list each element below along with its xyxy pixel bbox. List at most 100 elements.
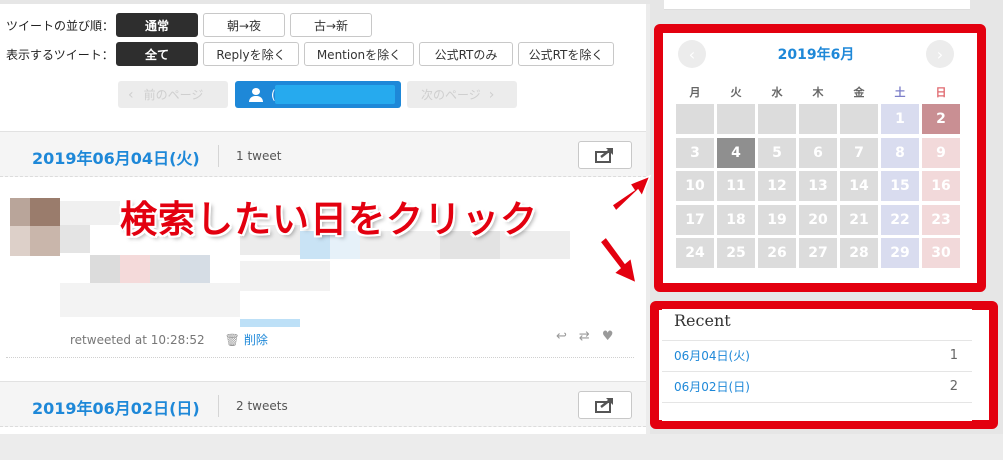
recent-item-date: 06月04日(火): [674, 349, 750, 363]
delete-link[interactable]: 🗑 削除: [225, 331, 268, 348]
calendar-day[interactable]: 10: [676, 171, 714, 201]
order-normal-button[interactable]: 通常: [116, 13, 198, 37]
calendar-day[interactable]: 15: [881, 171, 919, 201]
order-morning-night-button[interactable]: 朝→夜: [203, 13, 285, 37]
calendar-day[interactable]: 21: [840, 204, 878, 235]
calendar-empty-cell: [799, 104, 837, 134]
heart-icon[interactable]: ♥: [602, 329, 614, 344]
calendar-weekday: 火: [730, 86, 742, 99]
recent-title: Recent: [674, 311, 731, 330]
calendar-empty-cell: [676, 104, 714, 134]
calendar: ‹ 2019年6月 › 月火水木金土日 1 2 3 4 5 6 7 8 9 10 11 12 13 14 15…: [668, 34, 964, 280]
calendar-day[interactable]: 25: [717, 238, 755, 268]
calendar-day[interactable]: 11: [717, 171, 755, 201]
next-page-label: 次のページ: [421, 88, 481, 102]
share-button[interactable]: [578, 141, 632, 169]
share-icon: [595, 148, 613, 163]
chevron-left-icon: ‹: [128, 86, 134, 103]
calendar-day[interactable]: 16: [922, 171, 960, 201]
divider: [662, 402, 972, 403]
calendar-weekday: 水: [771, 86, 783, 99]
calendar-weekday: 木: [812, 86, 824, 99]
user-page-button[interactable]: (: [235, 81, 401, 108]
divider: [6, 357, 634, 358]
day-tweet-count: 2 tweets: [236, 399, 288, 413]
share-button[interactable]: [578, 391, 632, 419]
display-exclude-reply-button[interactable]: Replyを除く: [203, 42, 299, 66]
tweet-meta: retweeted at 10:28:52 🗑 削除: [70, 331, 268, 348]
calendar-day[interactable]: 30: [922, 238, 960, 268]
calendar-day[interactable]: 18: [717, 204, 755, 235]
calendar-day[interactable]: 29: [881, 238, 919, 268]
next-page-button[interactable]: 次のページ ›: [407, 81, 517, 108]
calendar-day[interactable]: 26: [758, 238, 796, 268]
calendar-day[interactable]: 6: [799, 137, 837, 168]
chevron-right-icon: ›: [936, 44, 944, 64]
trash-icon: 🗑: [224, 332, 240, 347]
order-filter-label: ツイートの並び順：: [6, 18, 115, 33]
annotation-text: 検索したい日をクリック: [120, 198, 538, 241]
calendar-day[interactable]: 27: [799, 238, 837, 268]
calendar-day[interactable]: 22: [881, 204, 919, 235]
day-date-link[interactable]: 2019年06月02日(日): [32, 395, 200, 419]
day-tweet-count: 1 tweet: [236, 149, 282, 163]
calendar-empty-cell: [717, 104, 755, 134]
recent-item-count: 1: [949, 348, 958, 363]
calendar-weekday: 金: [853, 86, 865, 99]
divider: [218, 395, 219, 417]
divider: [218, 145, 219, 167]
calendar-day[interactable]: 2: [922, 104, 960, 134]
prev-page-label: 前のページ: [143, 88, 204, 102]
calendar-weekday: 土: [894, 86, 906, 99]
calendar-day[interactable]: 5: [758, 137, 796, 168]
calendar-day[interactable]: 8: [881, 137, 919, 168]
calendar-next-button[interactable]: ›: [926, 40, 954, 68]
display-filter-label: 表示するツイート：: [6, 47, 114, 62]
user-icon: [249, 87, 263, 102]
calendar-day[interactable]: 4: [717, 137, 755, 168]
recent-panel: Recent 06月04日(火) 1 06月02日(日) 2: [662, 309, 972, 421]
display-all-button[interactable]: 全て: [116, 42, 198, 66]
calendar-day[interactable]: 23: [922, 204, 960, 235]
prev-page-button[interactable]: ‹ 前のページ: [118, 81, 228, 108]
day-header: 2019年06月02日(日) 2 tweets: [0, 381, 646, 427]
retweeted-timestamp: retweeted at 10:28:52: [70, 332, 205, 347]
calendar-day[interactable]: 1: [881, 104, 919, 134]
calendar-day[interactable]: 14: [840, 171, 878, 201]
calendar-empty-cell: [758, 104, 796, 134]
recent-item-count: 2: [949, 379, 958, 394]
calendar-day[interactable]: 9: [922, 137, 960, 168]
delete-label: 削除: [243, 333, 268, 347]
calendar-weekday: 月: [689, 86, 701, 99]
day-date-link[interactable]: 2019年06月04日(火): [32, 145, 200, 169]
display-filter-row: 表示するツイート： 全て Replyを除く Mentionを除く 公式RTのみ …: [6, 42, 619, 66]
calendar-day[interactable]: 7: [840, 137, 878, 168]
calendar-weekday: 日: [935, 86, 947, 99]
calendar-title: 2019年6月: [777, 47, 855, 63]
tweet-actions: ↩ ⇄ ♥: [556, 329, 613, 344]
calendar-day[interactable]: 24: [676, 238, 714, 268]
sidebar-top-card: [664, 0, 970, 10]
chevron-right-icon: ›: [488, 86, 495, 103]
recent-item-date: 06月02日(日): [674, 380, 750, 394]
calendar-day[interactable]: 12: [758, 171, 796, 201]
order-old-new-button[interactable]: 古→新: [290, 13, 372, 37]
recent-item[interactable]: 06月04日(火) 1: [662, 340, 972, 370]
calendar-day[interactable]: 13: [799, 171, 837, 201]
blurred-username: [275, 85, 395, 104]
display-exclude-mention-button[interactable]: Mentionを除く: [304, 42, 414, 66]
calendar-empty-cell: [840, 104, 878, 134]
share-icon: [595, 398, 613, 413]
retweet-icon[interactable]: ⇄: [579, 329, 590, 344]
recent-item[interactable]: 06月02日(日) 2: [662, 371, 972, 401]
calendar-day[interactable]: 28: [840, 238, 878, 268]
display-exclude-rt-button[interactable]: 公式RTを除く: [518, 42, 614, 66]
calendar-day[interactable]: 3: [676, 137, 714, 168]
display-rt-only-button[interactable]: 公式RTのみ: [419, 42, 513, 66]
calendar-day[interactable]: 19: [758, 204, 796, 235]
day-header: 2019年06月04日(火) 1 tweet: [0, 131, 646, 177]
calendar-day[interactable]: 17: [676, 204, 714, 235]
order-filter-row: ツイートの並び順： 通常 朝→夜 古→新: [6, 13, 377, 37]
calendar-day[interactable]: 20: [799, 204, 837, 235]
reply-icon[interactable]: ↩: [556, 329, 567, 344]
